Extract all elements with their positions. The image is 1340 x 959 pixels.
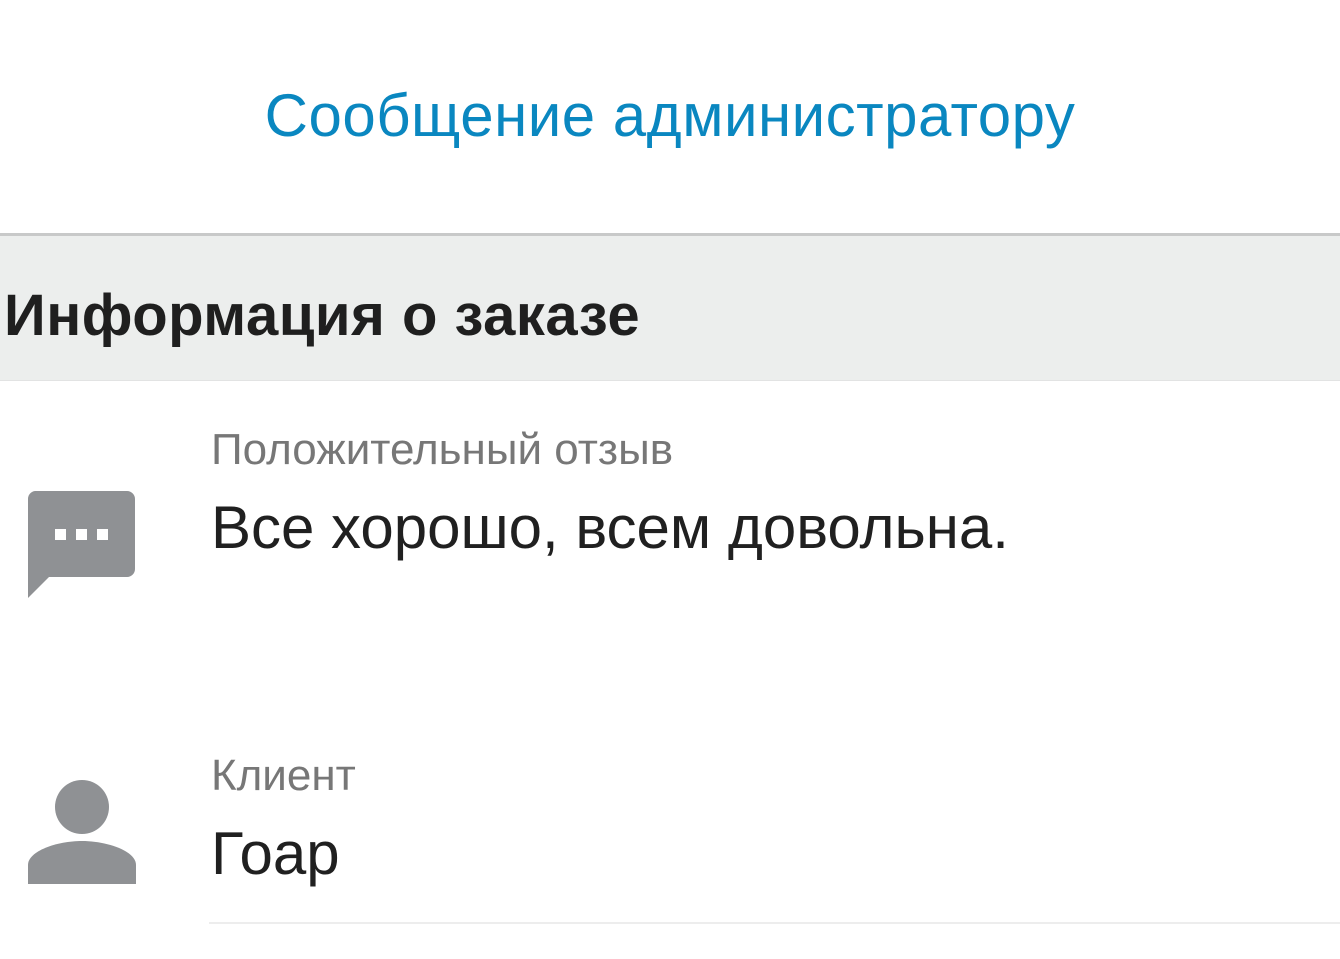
order-details-screen: Сообщение администратору Информация о за… <box>0 0 1340 959</box>
message-admin-button[interactable]: Сообщение администратору <box>0 0 1340 233</box>
review-text: Все хорошо, всем довольна. <box>211 494 1009 561</box>
message-admin-label: Сообщение администратору <box>264 82 1076 149</box>
chat-bubble-icon <box>27 491 135 598</box>
client-row[interactable]: Клиент Гоар <box>0 701 1340 923</box>
person-icon <box>28 780 136 884</box>
section-title: Информация о заказе <box>4 283 641 348</box>
review-row[interactable]: Положительный отзыв Все хорошо, всем дов… <box>0 381 1340 701</box>
row-divider <box>209 922 1340 924</box>
section-header: Информация о заказе <box>0 233 1340 381</box>
client-name: Гоар <box>211 820 340 887</box>
client-label: Клиент <box>211 751 356 800</box>
review-label: Положительный отзыв <box>211 425 674 474</box>
